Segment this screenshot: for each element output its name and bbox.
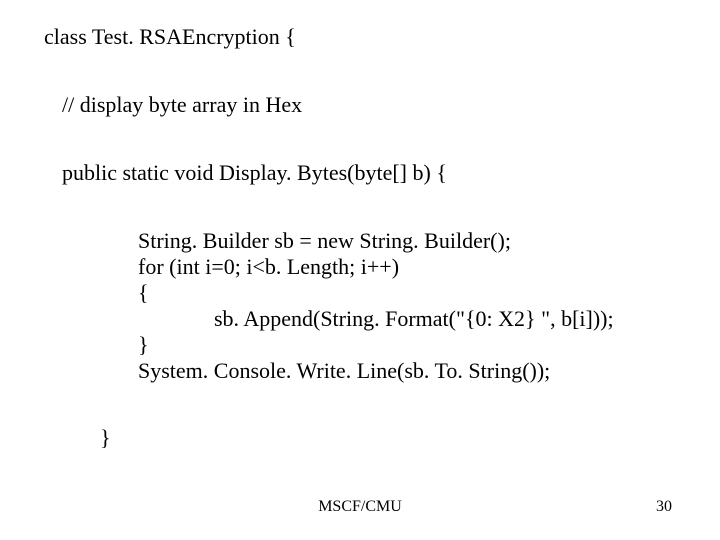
code-comment: // display byte array in Hex <box>62 92 302 118</box>
code-method-sig: public static void Display. Bytes(byte[]… <box>62 160 447 186</box>
code-sb-decl: String. Builder sb = new String. Builder… <box>138 228 511 254</box>
footer-page-number: 30 <box>656 498 672 516</box>
footer-center: MSCF/CMU <box>0 498 720 516</box>
code-writeline: System. Console. Write. Line(sb. To. Str… <box>138 358 550 384</box>
code-for-line: for (int i=0; i<b. Length; i++) <box>138 254 399 280</box>
code-append-line: sb. Append(String. Format("{0: X2} ", b[… <box>214 306 614 332</box>
slide: class Test. RSAEncryption { // display b… <box>0 0 720 540</box>
code-open-brace: { <box>138 280 149 306</box>
code-class-decl: class Test. RSAEncryption { <box>44 24 296 50</box>
code-method-close: } <box>100 425 111 451</box>
code-close-brace: } <box>138 332 149 358</box>
